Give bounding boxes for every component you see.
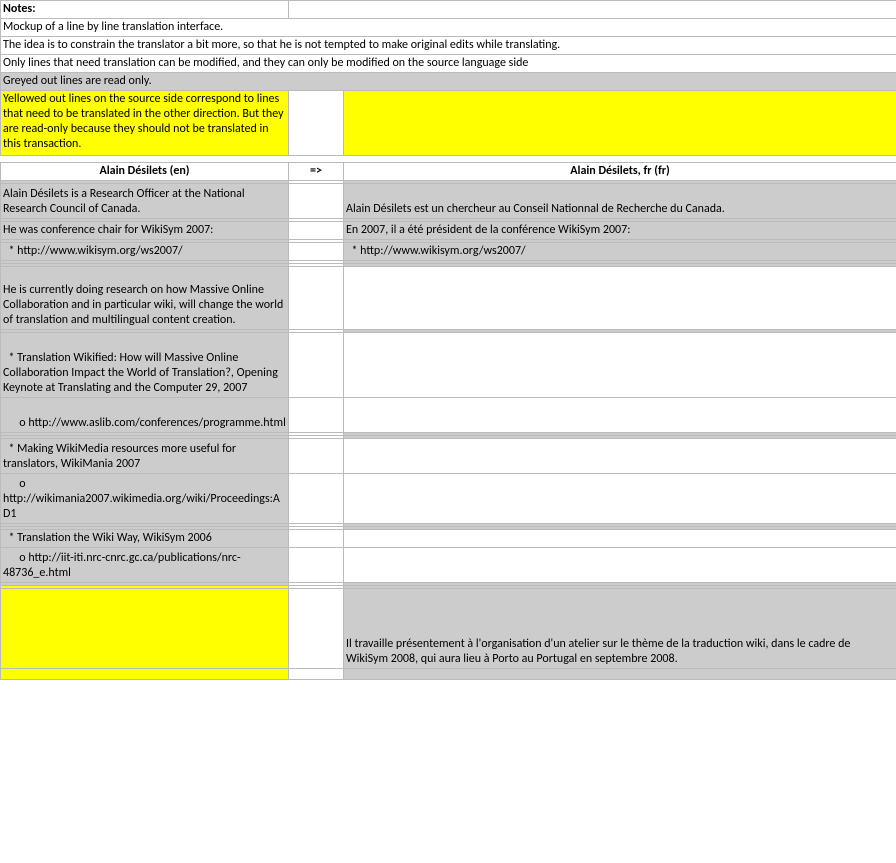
mid-cell-8 xyxy=(289,267,344,330)
source-cell-5: * http://www.wikisym.org/ws2007/ xyxy=(1,243,289,261)
target-cell-3: En 2007, il a été président de la confér… xyxy=(344,222,896,240)
source-cell-8: He is currently doing research on how Ma… xyxy=(1,267,289,330)
mid-cell-23 xyxy=(289,669,344,680)
header-arrow: => xyxy=(289,163,344,181)
source-cell-18: * Translation the Wiki Way, WikiSym 2006 xyxy=(1,530,289,548)
notes-line-2: Only lines that need translation can be … xyxy=(1,55,896,73)
mid-cell-22 xyxy=(289,589,344,669)
target-cell-15[interactable] xyxy=(344,474,896,524)
header-target: Alain Désilets, fr (fr) xyxy=(344,163,896,181)
notes-grey: Greyed out lines are read only. xyxy=(1,73,896,91)
notes-line-0: Mockup of a line by line translation int… xyxy=(1,19,896,37)
mid-cell-14 xyxy=(289,439,344,474)
mid-cell-19 xyxy=(289,548,344,583)
spacer-row xyxy=(1,156,896,163)
notes-label: Notes: xyxy=(1,1,289,19)
source-cell-11: o http://www.aslib.com/conferences/progr… xyxy=(1,398,289,433)
mid-cell-18 xyxy=(289,530,344,548)
target-cell-5: * http://www.wikisym.org/ws2007/ xyxy=(344,243,896,261)
source-cell-23 xyxy=(1,669,289,680)
source-cell-15: o http://wikimania2007.wikimedia.org/wik… xyxy=(1,474,289,524)
notes-yellow-right xyxy=(344,91,896,156)
notes-yellow-text: Yellowed out lines on the source side co… xyxy=(1,91,289,156)
source-cell-1: Alain Désilets is a Research Officer at … xyxy=(1,184,289,219)
notes-blank xyxy=(289,1,896,19)
target-cell-8[interactable] xyxy=(344,267,896,330)
mid-cell-1 xyxy=(289,184,344,219)
mid-cell-15 xyxy=(289,474,344,524)
target-cell-19[interactable] xyxy=(344,548,896,583)
target-cell-14[interactable] xyxy=(344,439,896,474)
mid-cell-11 xyxy=(289,398,344,433)
source-cell-14: * Making WikiMedia resources more useful… xyxy=(1,439,289,474)
mid-cell-10 xyxy=(289,333,344,398)
mid-cell-5 xyxy=(289,243,344,261)
notes-yellow-mid xyxy=(289,91,344,156)
source-cell-3: He was conference chair for WikiSym 2007… xyxy=(1,222,289,240)
target-cell-22: Il travaille présentement à l'organisati… xyxy=(344,589,896,669)
mid-cell-3 xyxy=(289,222,344,240)
source-cell-19: o http://iit-iti.nrc-cnrc.gc.ca/publicat… xyxy=(1,548,289,583)
target-cell-1: Alain Désilets est un chercheur au Conse… xyxy=(344,184,896,219)
notes-line-1: The idea is to constrain the translator … xyxy=(1,37,896,55)
target-cell-10[interactable] xyxy=(344,333,896,398)
source-cell-22 xyxy=(1,589,289,669)
source-cell-10: * Translation Wikified: How will Massive… xyxy=(1,333,289,398)
target-cell-23 xyxy=(344,669,896,680)
target-cell-11[interactable] xyxy=(344,398,896,433)
target-cell-18[interactable] xyxy=(344,530,896,548)
header-source: Alain Désilets (en) xyxy=(1,163,289,181)
